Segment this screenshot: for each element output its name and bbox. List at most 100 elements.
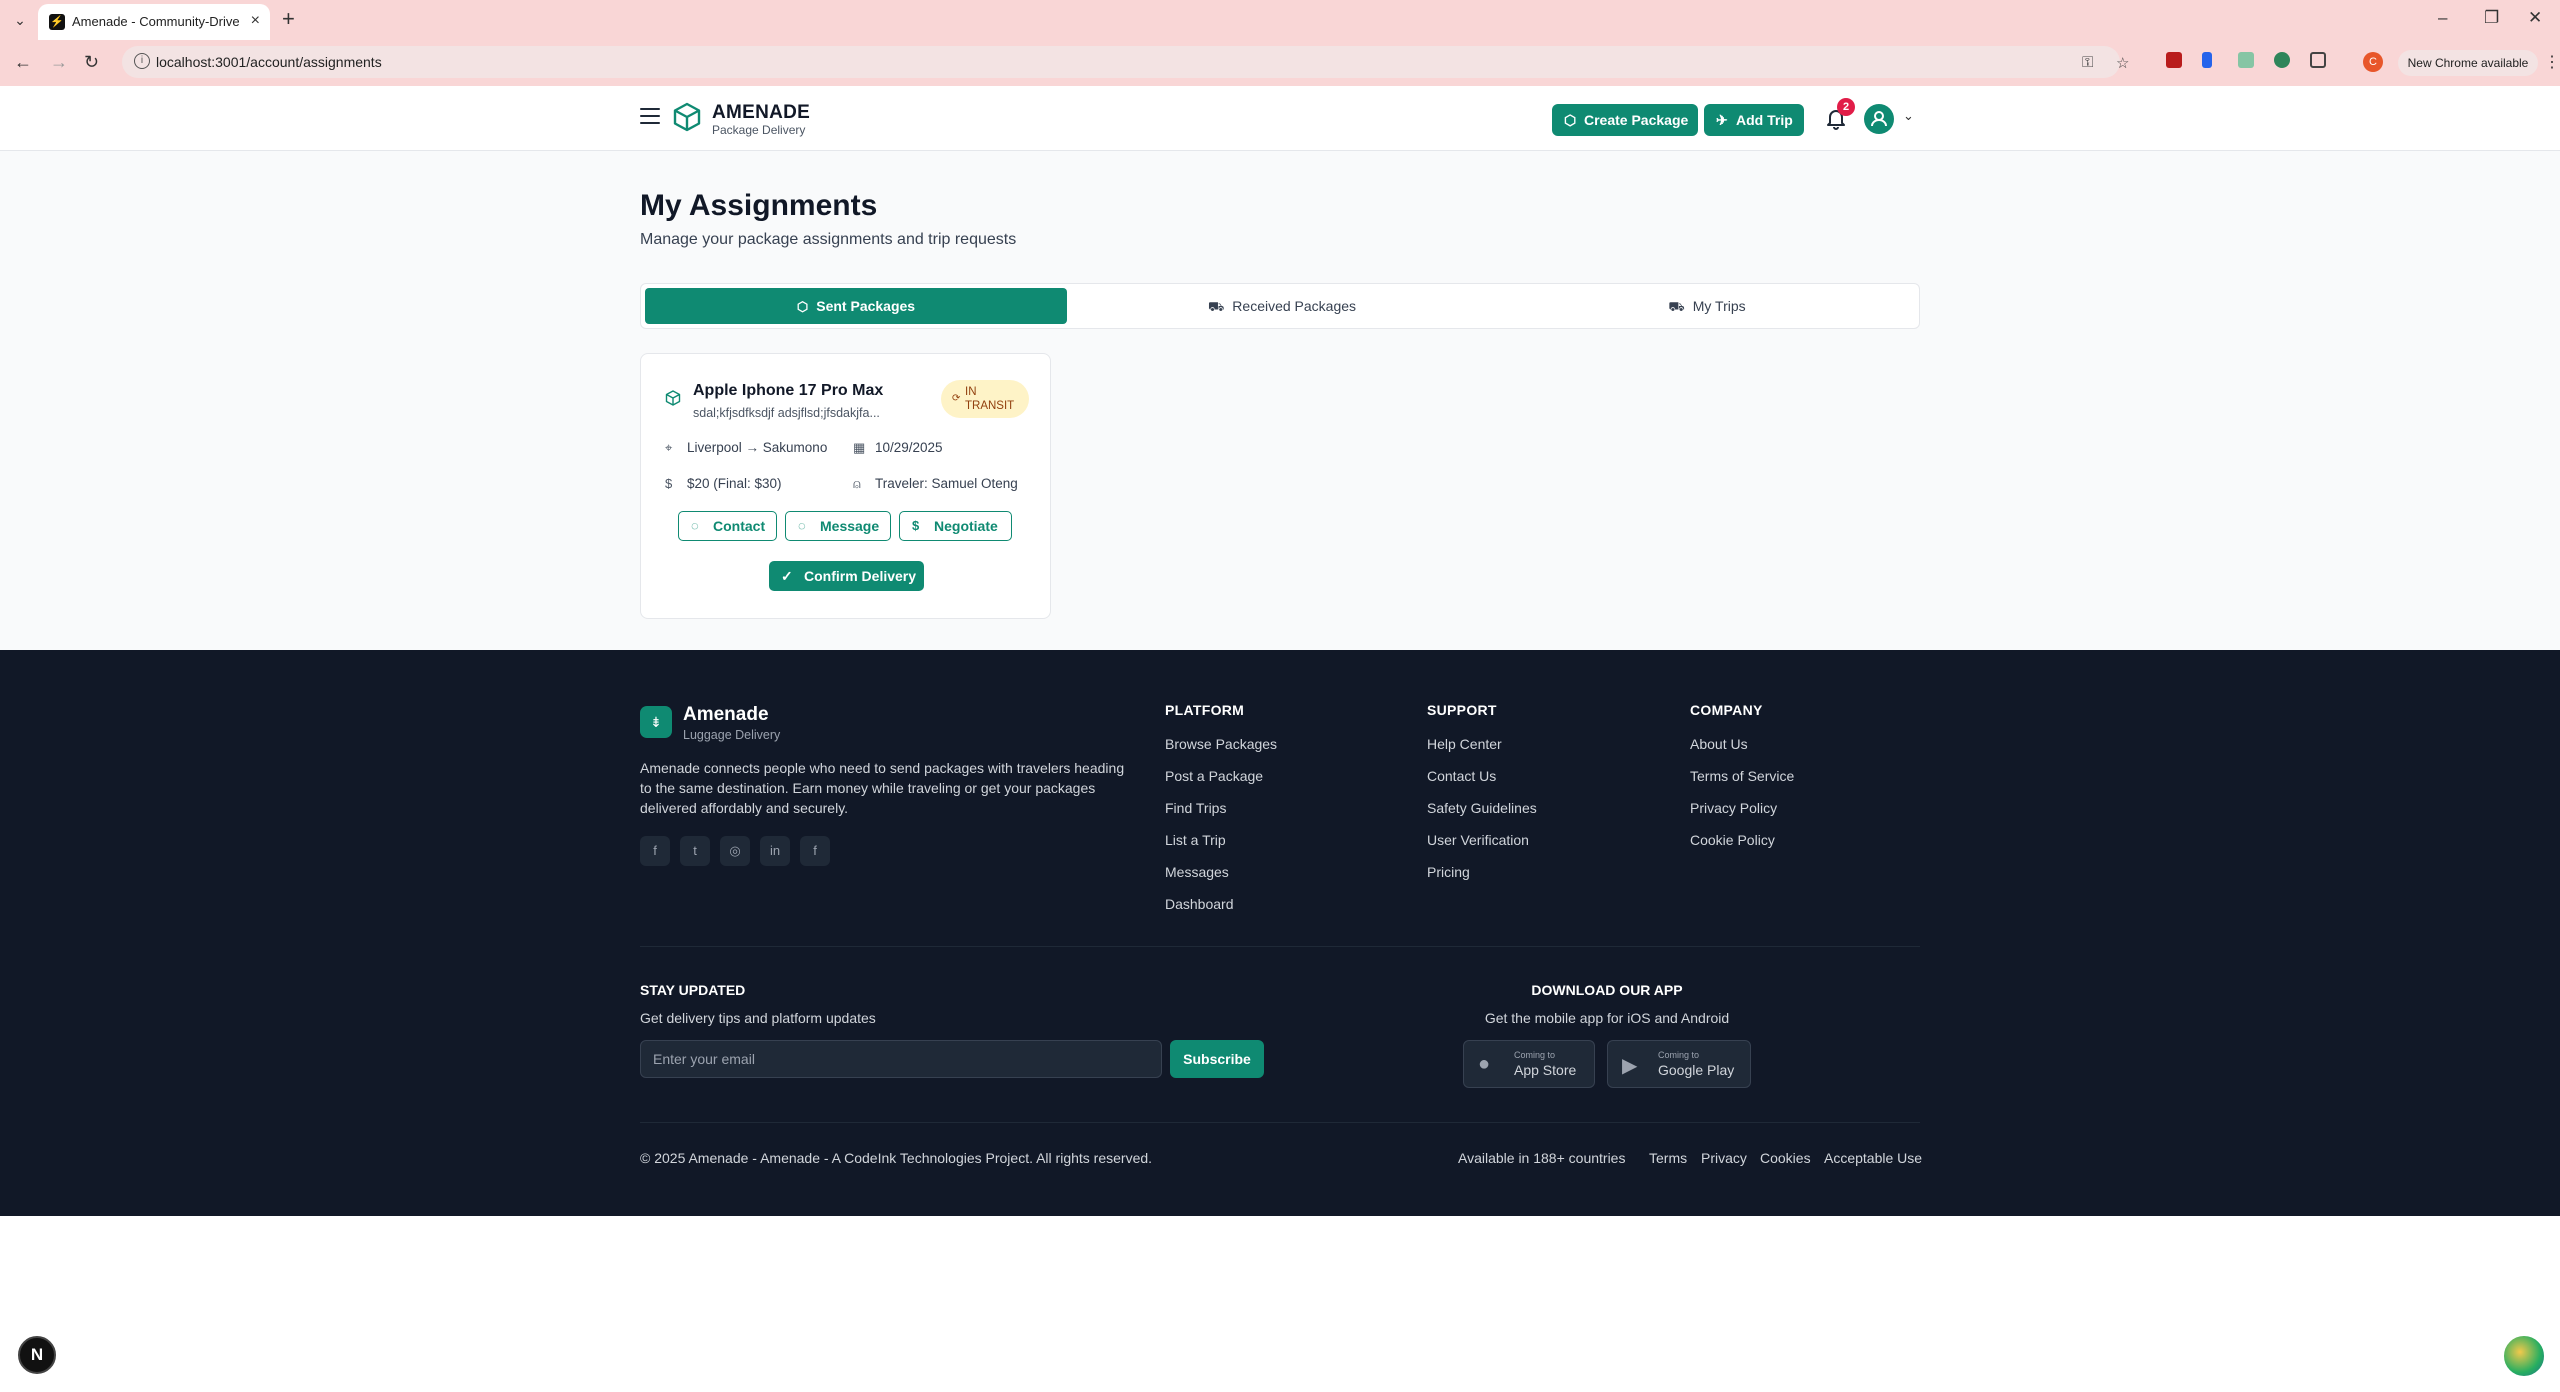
newsletter-subtitle: Get delivery tips and platform updates [640,1010,876,1026]
url-text[interactable]: localhost:3001/account/assignments [156,54,382,70]
nextjs-devtools-icon[interactable]: N [18,1336,56,1374]
assignment-tabs: ⬡ Sent Packages ⛟ Received Packages ⛟ My Tr… [640,283,1920,329]
availability-text: Available in 188+ countries [1458,1150,1626,1166]
footer-link[interactable]: Terms of Service [1690,768,1794,784]
brand-name[interactable]: AMENADE [712,102,810,124]
footer-link[interactable]: Privacy Policy [1690,800,1777,816]
footer-link[interactable]: Safety Guidelines [1427,800,1537,816]
back-icon[interactable]: ← [14,52,32,73]
map-pin-icon: ⌖ [665,440,673,455]
profile-avatar[interactable]: C [2363,52,2383,72]
footer-link[interactable]: Post a Package [1165,768,1263,784]
negotiate-label: Negotiate [934,518,998,534]
footer-link[interactable]: Contact Us [1427,768,1496,784]
dollar-icon: $ [912,518,920,533]
price-info: $ $20 (Final: $30) [665,476,782,491]
package-title: Apple Iphone 17 Pro Max [693,382,884,399]
footer-link[interactable]: About Us [1690,736,1748,752]
forward-icon[interactable]: → [50,52,68,73]
browser-tab[interactable]: ⚡ Amenade - Community-Driven × [38,4,270,40]
create-package-button[interactable]: ⬡ Create Package [1552,104,1698,136]
tab-label: Received Packages [1232,298,1357,314]
footer-link[interactable]: Dashboard [1165,896,1234,912]
facebook-icon[interactable]: f [640,836,670,866]
check-circle-icon: ✓ [781,568,793,584]
twitter-icon[interactable]: t [680,836,710,866]
tab-title: Amenade - Community-Driven [72,14,240,29]
user-avatar[interactable] [1864,104,1894,134]
footer-link[interactable]: Cookie Policy [1690,832,1775,848]
google-play-coming: Coming to [1658,1050,1700,1060]
footer-link[interactable]: Help Center [1427,736,1502,752]
close-window-icon[interactable]: ✕ [2528,8,2542,28]
privacy-link[interactable]: Privacy [1701,1150,1747,1166]
page-subtitle: Manage your package assignments and trip… [640,231,1017,248]
acceptable-use-link[interactable]: Acceptable Use [1824,1150,1922,1166]
new-tab-icon[interactable]: + [282,6,295,32]
status-line-2: TRANSIT [965,400,1015,412]
extension-pdf-icon[interactable] [2166,52,2182,68]
add-trip-label: Add Trip [1736,112,1793,128]
tab-my-trips[interactable]: ⛟ My Trips [1497,288,1917,324]
tab-search-icon[interactable]: ⌄ [10,10,30,30]
footer-link[interactable]: Pricing [1427,864,1470,880]
linkedin-icon[interactable]: in [760,836,790,866]
extensions-puzzle-icon[interactable] [2310,52,2326,68]
package-description: sdal;kfjsdfksdjf adsjflsd;jfsdakjfa... [693,406,880,420]
google-play-button[interactable]: ▶ Coming to Google Play [1607,1040,1751,1088]
cookies-link[interactable]: Cookies [1760,1150,1811,1166]
luggage-logo-icon: ⇟ [640,706,672,738]
facebook-alt-icon[interactable]: f [800,836,830,866]
message-button[interactable]: ◌ Message [785,511,891,541]
tab-received-packages[interactable]: ⛟ Received Packages [1071,288,1493,324]
subscribe-button[interactable]: Subscribe [1170,1040,1264,1078]
package-icon: ⬡ [1564,112,1577,128]
tab-sent-packages[interactable]: ⬡ Sent Packages [645,288,1067,324]
dollar-icon: $ [665,476,673,491]
package-icon [665,390,681,406]
transit-icon: ⟳ [952,393,961,404]
tab-label: Sent Packages [816,298,916,314]
add-trip-button[interactable]: ✈ Add Trip [1704,104,1804,136]
footer-brand-tagline: Luggage Delivery [683,728,781,742]
close-tab-icon[interactable]: × [251,12,260,30]
newsletter-email-input[interactable] [640,1040,1162,1078]
terms-link[interactable]: Terms [1649,1150,1687,1166]
footer-link[interactable]: List a Trip [1165,832,1226,848]
assistant-avatar-icon[interactable] [2502,1334,2546,1378]
site-info-icon[interactable]: i [134,53,150,69]
footer-link[interactable]: Find Trips [1165,800,1226,816]
address-bar[interactable]: i localhost:3001/account/assignments ⚿ ☆ [122,46,2129,78]
play-store-icon: ▶ [1622,1055,1638,1077]
footer-link[interactable]: User Verification [1427,832,1529,848]
contact-button[interactable]: ◌ Contact [678,511,777,541]
confirm-delivery-button[interactable]: ✓ Confirm Delivery [769,561,924,591]
chevron-down-icon[interactable]: ⌄ [1903,108,1914,124]
bookmark-star-icon[interactable]: ☆ [2116,54,2129,72]
extension-blue-icon[interactable] [2202,52,2212,68]
footer-column-title: COMPANY [1690,702,1763,718]
instagram-icon[interactable]: ◎ [720,836,750,866]
footer-link[interactable]: Messages [1165,864,1229,880]
user-icon: ⍝ [853,476,861,491]
chrome-menu-icon[interactable]: ⋮ [2544,52,2560,72]
footer-link[interactable]: Browse Packages [1165,736,1277,752]
menu-icon[interactable] [640,108,660,124]
traveler-text: Traveler: Samuel Oteng [875,476,1018,491]
page-title: My Assignments [640,189,878,222]
app-store-coming: Coming to [1514,1050,1556,1060]
package-logo-icon[interactable] [672,102,702,132]
date-text: 10/29/2025 [875,440,943,455]
app-store-button[interactable]: ● Coming to App Store [1463,1040,1595,1088]
extension-green-icon[interactable] [2238,52,2254,68]
package-icon: ⬡ [796,299,809,314]
negotiate-button[interactable]: $ Negotiate [899,511,1012,541]
minimize-icon[interactable]: – [2438,8,2447,28]
chrome-update-button[interactable]: New Chrome available [2398,50,2538,76]
tab-label: My Trips [1692,298,1746,314]
reload-icon[interactable]: ↻ [84,52,99,73]
copyright-text: © 2025 Amenade - Amenade - A CodeInk Tec… [640,1150,1153,1166]
restore-icon[interactable]: ❐ [2484,8,2499,28]
extension-globe-icon[interactable] [2274,52,2290,68]
password-key-icon[interactable]: ⚿ [2082,54,2093,71]
